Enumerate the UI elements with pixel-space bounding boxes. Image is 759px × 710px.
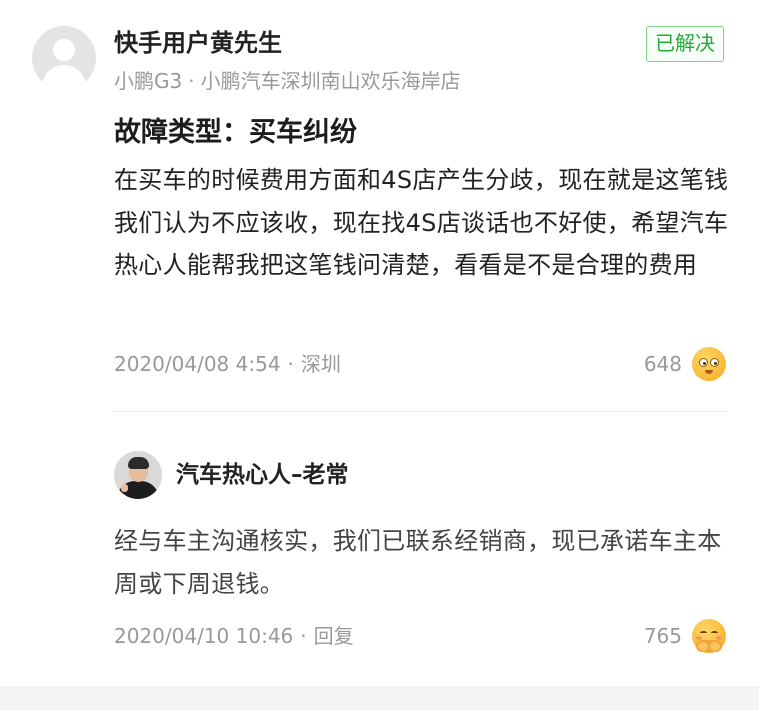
fault-type-title: 故障类型：买车纠纷	[114, 117, 357, 148]
meta-separator: ·	[188, 69, 195, 93]
post-date: 2020/04/08 4:54	[114, 352, 281, 376]
reply-author-name[interactable]: 汽车热心人–老常	[176, 459, 349, 491]
reply-reaction-count: 765	[643, 624, 682, 648]
reply-timestamp-action: 2020/04/10 10:46 · 回复	[114, 618, 354, 654]
resolved-status-badge: 已解决	[646, 26, 724, 62]
reply-date: 2020/04/10 10:46	[114, 624, 294, 648]
reply-action-button[interactable]: 回复	[314, 624, 354, 648]
post-footer: 2020/04/08 4:54 · 深圳 648	[114, 346, 726, 382]
avatar-placeholder-body	[42, 65, 86, 90]
reply-author-avatar[interactable]	[114, 451, 162, 499]
complaint-body: 在买车的时候费用方面和4S店产生分歧，现在就是这笔钱我们认为不应该收，现在找4S…	[114, 166, 729, 279]
reply-body: 经与车主沟通核实，我们已联系经销商，现已承诺车主本周或下周退钱。	[114, 527, 722, 598]
reply-reaction[interactable]: 765	[644, 618, 726, 654]
car-model[interactable]: 小鹏G3	[114, 69, 182, 93]
post-location: 深圳	[300, 352, 341, 376]
action-separator: ·	[300, 624, 307, 648]
reply-footer: 2020/04/10 10:46 · 回复 765	[114, 618, 726, 654]
user-avatar[interactable]	[32, 26, 96, 90]
shy-smile-emoji-icon[interactable]	[692, 619, 726, 653]
post-reaction-count: 648	[643, 352, 682, 376]
post-reaction[interactable]: 648	[644, 346, 726, 382]
section-divider	[114, 411, 727, 412]
post-timestamp-location: 2020/04/08 4:54 · 深圳	[114, 346, 341, 382]
complaint-detail-page: 快手用户黄先生 小鹏G3 · 小鹏汽车深圳南山欢乐海岸店 已解决 故障类型：买车纠纷…	[0, 0, 759, 710]
post-meta: 小鹏G3 · 小鹏汽车深圳南山欢乐海岸店	[114, 66, 461, 96]
bottom-gray-band	[0, 686, 759, 710]
post-username[interactable]: 快手用户黄先生	[114, 27, 282, 59]
location-separator: ·	[287, 352, 294, 376]
avatar-placeholder-head	[53, 39, 75, 61]
dealer-name[interactable]: 小鹏汽车深圳南山欢乐海岸店	[201, 69, 461, 93]
peeking-eyes-emoji-icon[interactable]	[692, 347, 726, 381]
